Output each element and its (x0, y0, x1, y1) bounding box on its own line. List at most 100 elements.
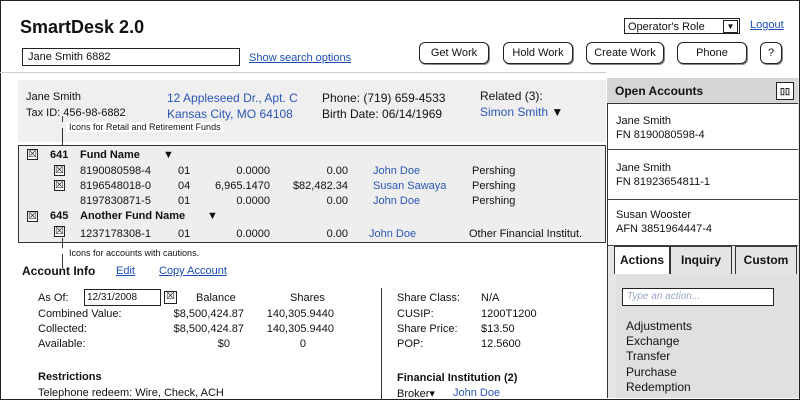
broker-dropdown[interactable]: Broker▾ (397, 387, 435, 400)
retirement-fund-icon[interactable]: ☒ (54, 165, 65, 176)
app-title: SmartDesk 2.0 (20, 17, 145, 37)
edit-account-link[interactable]: Edit (116, 265, 135, 277)
chevron-down-icon[interactable]: ▼ (163, 148, 174, 162)
account-number[interactable]: 8190080598-4 (80, 164, 151, 178)
balance-row-label: Available: (38, 338, 86, 350)
open-account-number: AFN 3851964447-4 (616, 223, 713, 235)
action-item[interactable]: Purchase (626, 365, 677, 379)
hold-work-button[interactable]: Hold Work (503, 42, 573, 64)
customer-address-line1[interactable]: 12 Appleseed Dr., Apt. C (167, 91, 298, 105)
account-shares: 0.0000 (236, 228, 270, 240)
search-input[interactable]: Jane Smith 6882 (22, 48, 240, 66)
copy-account-link[interactable]: Copy Account (159, 265, 227, 277)
retirement-fund-icon[interactable]: ☒ (54, 180, 65, 191)
tab-actions[interactable]: Actions (614, 246, 670, 274)
account-institution: Pershing (472, 195, 516, 207)
open-accounts-title: Open Accounts (615, 84, 704, 98)
share-class-label: Share Class: (397, 292, 460, 304)
broker-name-link[interactable]: John Doe (453, 387, 500, 399)
account-shares: 6,965.1470 (214, 180, 270, 192)
calendar-icon[interactable]: ☒ (164, 291, 177, 304)
account-shares: 0.0000 (236, 195, 270, 207)
retail-funds-tooltip: Icons for Retail and Retirement Funds (66, 122, 224, 132)
restrictions-title: Restrictions (38, 371, 102, 383)
expand-panel-icon[interactable]: ▯▯ (776, 82, 794, 100)
open-account-item[interactable]: Jane Smith FN 81923654811-1 (608, 150, 798, 200)
account-code: 04 (178, 180, 191, 192)
operator-role-label: Operator's Role (628, 21, 705, 33)
balance-row-label: Collected: (38, 323, 87, 335)
tooltip-leader (62, 238, 63, 248)
caution-icon[interactable]: ☒ (54, 226, 65, 237)
fund-name: Fund Name (80, 149, 140, 161)
as-of-label: As Of: (38, 292, 69, 304)
logout-link[interactable]: Logout (750, 19, 784, 31)
account-institution: Pershing (472, 165, 516, 177)
customer-birth-date: Birth Date: 06/14/1969 (322, 107, 443, 121)
show-search-options-link[interactable]: Show search options (249, 52, 351, 64)
as-of-date-input[interactable]: 12/31/2008 (84, 289, 161, 306)
share-price-label: Share Price: (397, 323, 458, 335)
chevron-down-icon[interactable]: ▼ (723, 20, 738, 33)
restrictions-detail: Telephone redeem: Wire, Check, ACH (38, 387, 224, 399)
account-number[interactable]: 1237178308-1 (80, 227, 151, 241)
related-person-link[interactable]: Simon Smith ▼ (480, 105, 563, 119)
open-account-number: FN 8190080598-4 (616, 129, 705, 141)
action-item[interactable]: Exchange (626, 334, 679, 348)
customer-tax-id: Tax ID: 456-98-6882 (26, 107, 126, 119)
account-rep-link[interactable]: John Doe (369, 227, 416, 241)
account-number[interactable]: 8197830871-5 (80, 194, 151, 208)
shares-value: 0 (299, 338, 306, 350)
account-value: 0.00 (326, 165, 348, 177)
account-value: $82,482.34 (292, 180, 348, 192)
pop-value: 12.5600 (481, 338, 521, 350)
open-account-item[interactable]: Susan Wooster AFN 3851964447-4 (608, 200, 798, 246)
tab-custom[interactable]: Custom (735, 246, 797, 274)
cusip-label: CUSIP: (397, 308, 434, 320)
operator-role-select[interactable]: Operator's Role ▼ (624, 18, 740, 34)
related-label: Related (3): (480, 89, 543, 103)
pop-label: POP: (397, 338, 424, 350)
chevron-down-icon[interactable]: ▼ (551, 105, 563, 119)
fund-number: 641 (50, 149, 69, 161)
open-account-item[interactable]: Jane Smith FN 8190080598-4 (608, 104, 798, 150)
action-item[interactable]: Transfer (626, 349, 670, 363)
account-shares: 0.0000 (236, 165, 270, 177)
fund-number: 645 (50, 210, 69, 222)
tooltip-leader (62, 116, 63, 122)
phone-button[interactable]: Phone (677, 42, 747, 64)
chevron-down-icon[interactable]: ▼ (207, 209, 218, 223)
action-item[interactable]: Adjustments (626, 319, 692, 333)
shares-column-header: Shares (290, 292, 325, 304)
account-number[interactable]: 8196548018-0 (80, 179, 151, 193)
action-item[interactable]: Redemption (626, 380, 691, 394)
account-value: 0.00 (326, 195, 348, 207)
get-work-button[interactable]: Get Work (419, 42, 489, 64)
balance-value: $0 (217, 338, 230, 350)
related-person-name[interactable]: Simon Smith (480, 105, 548, 119)
account-code: 01 (178, 228, 191, 240)
help-button[interactable]: ? (760, 42, 782, 64)
balance-row-label: Combined Value: (38, 308, 122, 320)
customer-address-line2[interactable]: Kansas City, MO 64108 (167, 107, 293, 121)
open-account-name: Susan Wooster (616, 209, 692, 221)
fund-checkbox[interactable]: ☒ (27, 149, 38, 160)
account-rep-link[interactable]: John Doe (373, 194, 420, 208)
tab-inquiry[interactable]: Inquiry (670, 246, 732, 274)
cusip-value: 1200T1200 (481, 308, 537, 320)
column-divider (381, 288, 382, 400)
account-rep-link[interactable]: John Doe (373, 164, 420, 178)
account-rep-link[interactable]: Susan Sawaya (373, 179, 446, 193)
action-search-input[interactable]: Type an action... (622, 288, 774, 306)
account-code: 01 (178, 195, 191, 207)
shares-value: 140,305.9440 (266, 323, 334, 335)
customer-phone: Phone: (719) 659-4533 (322, 91, 446, 105)
account-code: 01 (178, 165, 191, 177)
open-accounts-header: Open Accounts ▯▯ (607, 78, 798, 104)
create-work-button[interactable]: Create Work (586, 42, 664, 64)
fund-checkbox[interactable]: ☒ (27, 211, 38, 222)
cautions-tooltip: Icons for accounts with cautions. (66, 248, 203, 258)
fund-name: Another Fund Name (80, 210, 186, 222)
balance-value: $8,500,424.87 (173, 308, 244, 320)
financial-institution-title: Financial Institution (2) (397, 372, 518, 384)
